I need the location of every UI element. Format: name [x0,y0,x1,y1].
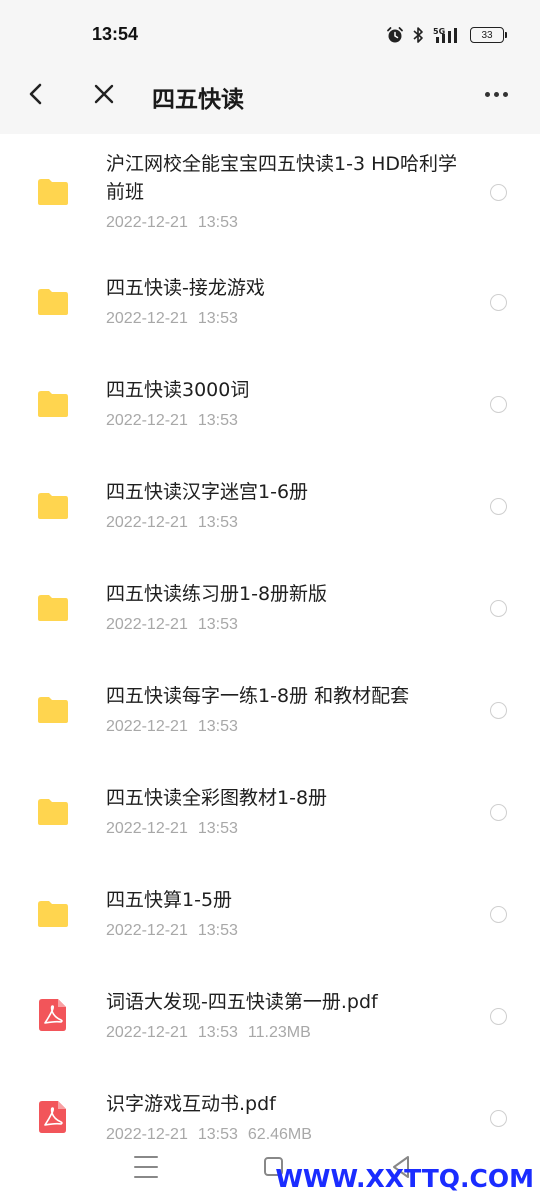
file-time: 13:53 [198,616,238,633]
folder-icon [36,696,70,724]
select-radio[interactable] [490,600,507,617]
file-name: 四五快算1-5册 [106,886,466,914]
watermark: WWW.XXTTQ.COM [275,1164,534,1193]
file-time: 13:53 [198,412,238,429]
select-radio[interactable] [490,1110,507,1127]
file-item[interactable]: 四五快读练习册1-8册新版 2022-12-21 13:53 [0,558,540,660]
file-item[interactable]: 识字游戏互动书.pdf 2022-12-21 13:53 62.46MB [0,1068,540,1140]
more-icon [485,92,490,97]
select-radio[interactable] [490,1008,507,1025]
file-time: 13:53 [198,820,238,837]
status-time: 13:54 [92,24,138,45]
file-name: 四五快读3000词 [106,376,466,404]
file-date: 2022-12-21 [106,514,188,531]
folder-icon [36,798,70,826]
file-item[interactable]: 四五快读每字一练1-8册 和教材配套 2022-12-21 13:53 [0,660,540,762]
file-date: 2022-12-21 [106,820,188,837]
file-list: 沪江网校全能宝宝四五快读1-3 HD哈利学前班 2022-12-2113:53 … [0,134,540,1140]
page-title: 四五快读 [152,80,244,114]
file-date: 2022-12-21 [106,1024,188,1041]
back-button[interactable] [18,76,54,112]
select-radio[interactable] [490,702,507,719]
file-date: 2022-12-21 [106,616,188,633]
pdf-icon [36,1100,70,1134]
select-radio[interactable] [490,294,507,311]
file-time: 13:53 [198,214,238,231]
select-radio[interactable] [490,396,507,413]
file-item[interactable]: 四五快算1-5册 2022-12-21 13:53 [0,864,540,966]
menu-icon [134,1156,158,1158]
status-icons: 5G 33 [386,24,504,46]
file-meta: 2022-12-21 13:53 11.23MB [106,1024,466,1042]
file-time: 13:53 [198,718,238,735]
file-meta: 2022-12-21 13:53 [106,310,466,328]
file-item[interactable]: 四五快读全彩图教材1-8册 2022-12-21 13:53 [0,762,540,864]
alarm-icon [386,26,404,44]
select-radio[interactable] [490,498,507,515]
file-time: 13:53 [198,310,238,327]
battery-icon: 33 [470,27,504,43]
folder-icon [36,492,70,520]
file-name: 四五快读全彩图教材1-8册 [106,784,466,812]
folder-icon [36,594,70,622]
select-radio[interactable] [490,184,507,201]
folder-icon [36,178,70,206]
file-name: 沪江网校全能宝宝四五快读1-3 HD哈利学前班 [106,150,466,206]
file-time: 13:53 [198,1126,238,1140]
status-bar: 13:54 5G 33 [0,0,540,54]
close-button[interactable] [86,76,122,112]
file-name: 识字游戏互动书.pdf [106,1090,466,1118]
close-icon [93,83,115,105]
file-date: 2022-12-21 [106,922,188,939]
select-radio[interactable] [490,906,507,923]
file-meta: 2022-12-21 13:53 [106,820,466,838]
file-time: 13:53 [198,1024,238,1041]
file-meta: 2022-12-21 13:53 [106,412,466,430]
file-date: 2022-12-21 [106,1126,188,1140]
file-date: 2022-12-21 [106,718,188,735]
file-time: 13:53 [198,514,238,531]
file-time: 13:53 [198,922,238,939]
file-item[interactable]: 四五快读汉字迷宫1-6册 2022-12-21 13:53 [0,456,540,558]
folder-icon [36,390,70,418]
file-date: 2022-12-21 [106,412,188,429]
title-bar: 四五快读 [0,54,540,134]
file-date: 2022-12-21 [106,310,188,327]
file-size: 62.46MB [248,1126,312,1140]
file-meta: 2022-12-21 13:53 [106,718,466,736]
file-meta: 2022-12-21 13:53 [106,616,466,634]
file-item[interactable]: 词语大发现-四五快读第一册.pdf 2022-12-21 13:53 11.23MB [0,966,540,1068]
file-name: 四五快读每字一练1-8册 和教材配套 [106,682,466,710]
file-name: 四五快读练习册1-8册新版 [106,580,466,608]
file-size: 11.23MB [248,1024,311,1041]
file-item[interactable]: 沪江网校全能宝宝四五快读1-3 HD哈利学前班 2022-12-21 13:53 [0,134,540,252]
file-name: 词语大发现-四五快读第一册.pdf [106,988,466,1016]
file-item[interactable]: 四五快读3000词 2022-12-21 13:53 [0,354,540,456]
file-date: 2022-12-21 [106,214,188,231]
signal-5g-icon: 5G [432,26,462,44]
more-button[interactable] [476,78,516,110]
file-meta: 2022-12-21 13:53 [106,214,466,232]
bluetooth-icon [412,26,424,44]
pdf-icon [36,998,70,1032]
select-radio[interactable] [490,804,507,821]
file-meta: 2022-12-21 13:53 [106,922,466,940]
file-meta: 2022-12-21 13:53 [106,514,466,532]
file-name: 四五快读汉字迷宫1-6册 [106,478,466,506]
menu-button[interactable] [134,1156,158,1178]
file-meta: 2022-12-21 13:53 62.46MB [106,1126,466,1140]
folder-icon [36,288,70,316]
file-name: 四五快读-接龙游戏 [106,274,466,302]
chevron-left-icon [28,82,44,106]
file-item[interactable]: 四五快读-接龙游戏 2022-12-21 13:53 [0,252,540,354]
folder-icon [36,900,70,928]
